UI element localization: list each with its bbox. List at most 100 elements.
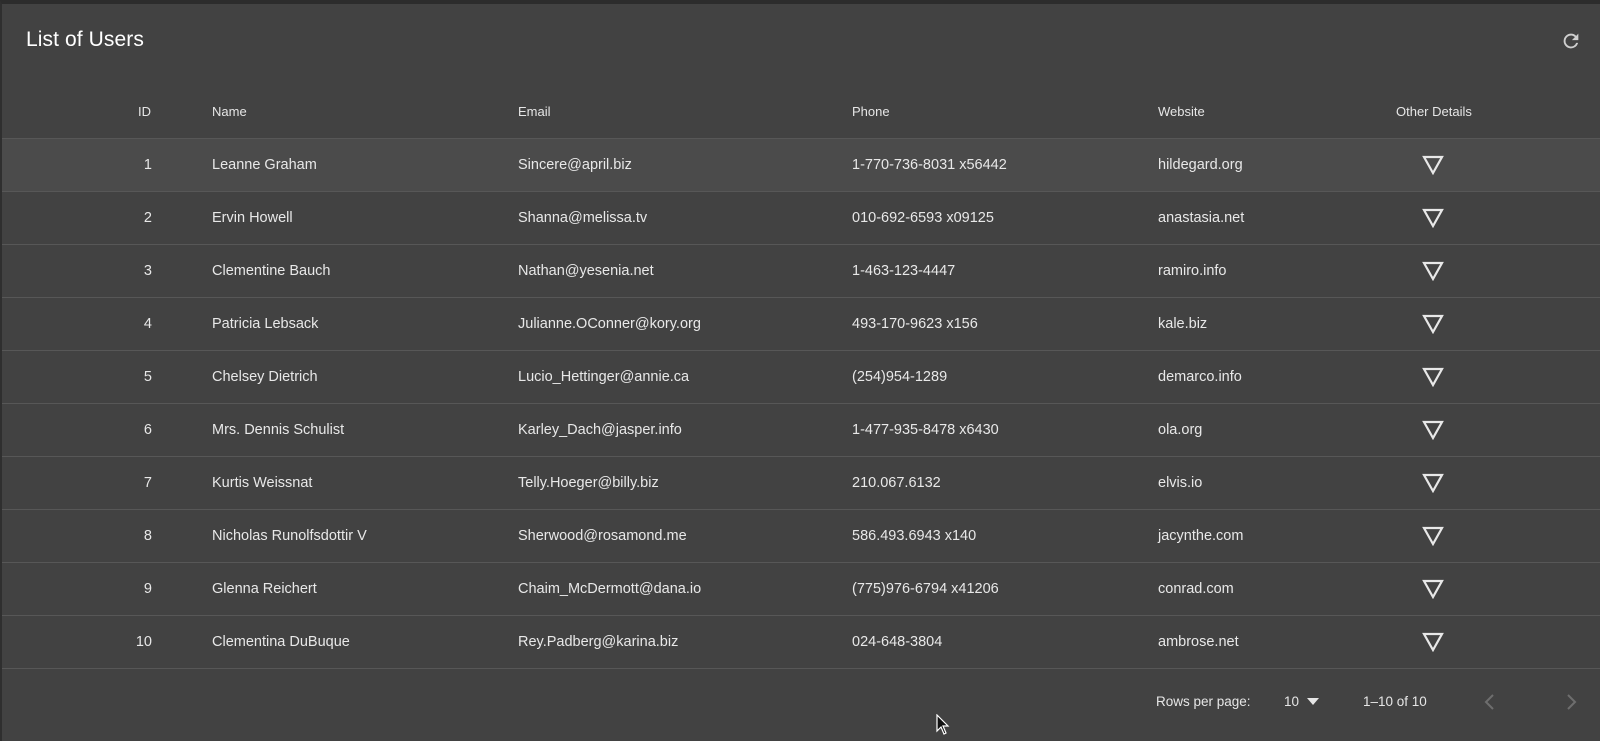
cell-name: Patricia Lebsack [212,297,518,351]
cell-website: conrad.com [1158,562,1358,616]
column-header-name[interactable]: Name [212,84,518,139]
cell-name: Kurtis Weissnat [212,456,518,510]
cell-other-details [1358,509,1600,563]
cell-email: Chaim_McDermott@dana.io [518,562,852,616]
cell-other-details [1358,456,1600,510]
page-title: List of Users [26,28,144,51]
cell-other-details [1358,403,1600,457]
table-row[interactable]: 9 Glenna Reichert Chaim_McDermott@dana.io(… [2,562,1600,616]
cell-other-details [1358,138,1600,192]
cell-website: elvis.io [1158,456,1358,510]
table-toolbar: List of Users [2,4,1600,82]
triangle-down-icon[interactable] [1422,155,1444,175]
cell-other-details [1358,191,1600,245]
cell-id: 6 [2,403,212,457]
triangle-down-icon[interactable] [1422,420,1444,440]
cell-phone: 493-170-9623 x156 [852,297,1158,351]
table-row[interactable]: 4 Patricia Lebsack Julianne.OConner@kory.o… [2,297,1600,351]
triangle-down-icon[interactable] [1422,367,1444,387]
table-row[interactable]: 6 Mrs. Dennis Schulist Karley_Dach@jasper.… [2,403,1600,457]
pagination-range: 1–10 of 10 [1363,694,1427,709]
cell-website: hildegard.org [1158,138,1358,192]
cell-name: Mrs. Dennis Schulist [212,403,518,457]
cell-website: ola.org [1158,403,1358,457]
cell-phone: 1-463-123-4447 [852,244,1158,298]
cell-name: Chelsey Dietrich [212,350,518,404]
cell-phone: 010-692-6593 x09125 [852,191,1158,245]
rows-per-page-select[interactable]: 10 [1284,694,1320,709]
cell-email: Shanna@melissa.tv [518,191,852,245]
cell-phone: 024-648-3804 [852,615,1158,669]
cell-id: 8 [2,509,212,563]
table-row[interactable]: 2 Ervin Howell Shanna@melissa.tv 010-692-65… [2,191,1600,245]
pagination-bar: Rows per page: 10 1–10 of 10 [2,684,1600,740]
cell-phone: 1-477-935-8478 x6430 [852,403,1158,457]
chevron-left-icon [1484,694,1494,710]
triangle-down-icon[interactable] [1422,208,1444,228]
cell-id: 7 [2,456,212,510]
cell-email: Telly.Hoeger@billy.biz [518,456,852,510]
cell-website: jacynthe.com [1158,509,1358,563]
column-header-phone[interactable]: Phone [852,84,1158,139]
cell-email: Lucio_Hettinger@annie.ca [518,350,852,404]
cell-other-details [1358,350,1600,404]
column-header-email[interactable]: Email [518,84,852,139]
table-row[interactable]: 8 Nicholas Runolfsdottir V Sherwood@rosamo… [2,509,1600,563]
cell-name: Glenna Reichert [212,562,518,616]
table-header-row: ID Name Email Phone Website Other Detail… [2,84,1600,139]
cell-phone: (775)976-6794 x41206 [852,562,1158,616]
triangle-down-icon[interactable] [1422,314,1444,334]
cell-email: Julianne.OConner@kory.org [518,297,852,351]
triangle-down-icon[interactable] [1422,579,1444,599]
table-row[interactable]: 10 Clementina DuBuque Rey.Padberg@karina.b… [2,615,1600,669]
cell-phone: (254)954-1289 [852,350,1158,404]
refresh-button[interactable] [1556,26,1586,56]
cell-website: anastasia.net [1158,191,1358,245]
cell-email: Nathan@yesenia.net [518,244,852,298]
users-table: ID Name Email Phone Website Other Detail… [2,84,1600,669]
cell-id: 10 [2,615,212,669]
cell-website: ramiro.info [1158,244,1358,298]
cell-other-details [1358,615,1600,669]
triangle-down-icon[interactable] [1422,632,1444,652]
cell-id: 4 [2,297,212,351]
cell-email: Sincere@april.biz [518,138,852,192]
cell-name: Nicholas Runolfsdottir V [212,509,518,563]
cell-email: Rey.Padberg@karina.biz [518,615,852,669]
triangle-down-icon[interactable] [1422,473,1444,493]
rows-per-page-value: 10 [1284,694,1300,709]
column-header-website[interactable]: Website [1158,84,1358,139]
mouse-pointer-icon [936,714,950,735]
cell-name: Leanne Graham [212,138,518,192]
refresh-icon [1563,33,1579,49]
table-row[interactable]: 7 Kurtis Weissnat Telly.Hoeger@billy.biz 21… [2,456,1600,510]
cell-website: demarco.info [1158,350,1358,404]
table-row[interactable]: 3 Clementine Bauch Nathan@yesenia.net 1-463… [2,244,1600,298]
cell-name: Ervin Howell [212,191,518,245]
previous-page-button[interactable] [1478,690,1502,714]
triangle-down-icon[interactable] [1422,526,1444,546]
cell-id: 5 [2,350,212,404]
next-page-button[interactable] [1559,690,1583,714]
cell-other-details [1358,244,1600,298]
cell-id: 2 [2,191,212,245]
cell-id: 3 [2,244,212,298]
table-row[interactable]: 5 Chelsey Dietrich Lucio_Hettinger@annie.c… [2,350,1600,404]
cell-other-details [1358,562,1600,616]
table-row[interactable]: 1 Leanne Graham Sincere@april.biz 1-770-736… [2,138,1600,192]
users-window: List of Users ID Name Email Phone Websit… [0,0,1600,741]
cell-email: Karley_Dach@jasper.info [518,403,852,457]
caret-down-icon [1307,697,1320,705]
cell-phone: 1-770-736-8031 x56442 [852,138,1158,192]
cell-phone: 586.493.6943 x140 [852,509,1158,563]
cell-website: ambrose.net [1158,615,1358,669]
rows-per-page-label: Rows per page: [1156,694,1251,709]
column-header-id[interactable]: ID [2,84,212,139]
table-body: 1 Leanne Graham Sincere@april.biz 1-770-736… [2,138,1600,669]
cell-other-details [1358,297,1600,351]
cell-email: Sherwood@rosamond.me [518,509,852,563]
cell-name: Clementine Bauch [212,244,518,298]
column-header-other-details[interactable]: Other Details [1358,84,1600,139]
triangle-down-icon[interactable] [1422,261,1444,281]
cell-id: 1 [2,138,212,192]
